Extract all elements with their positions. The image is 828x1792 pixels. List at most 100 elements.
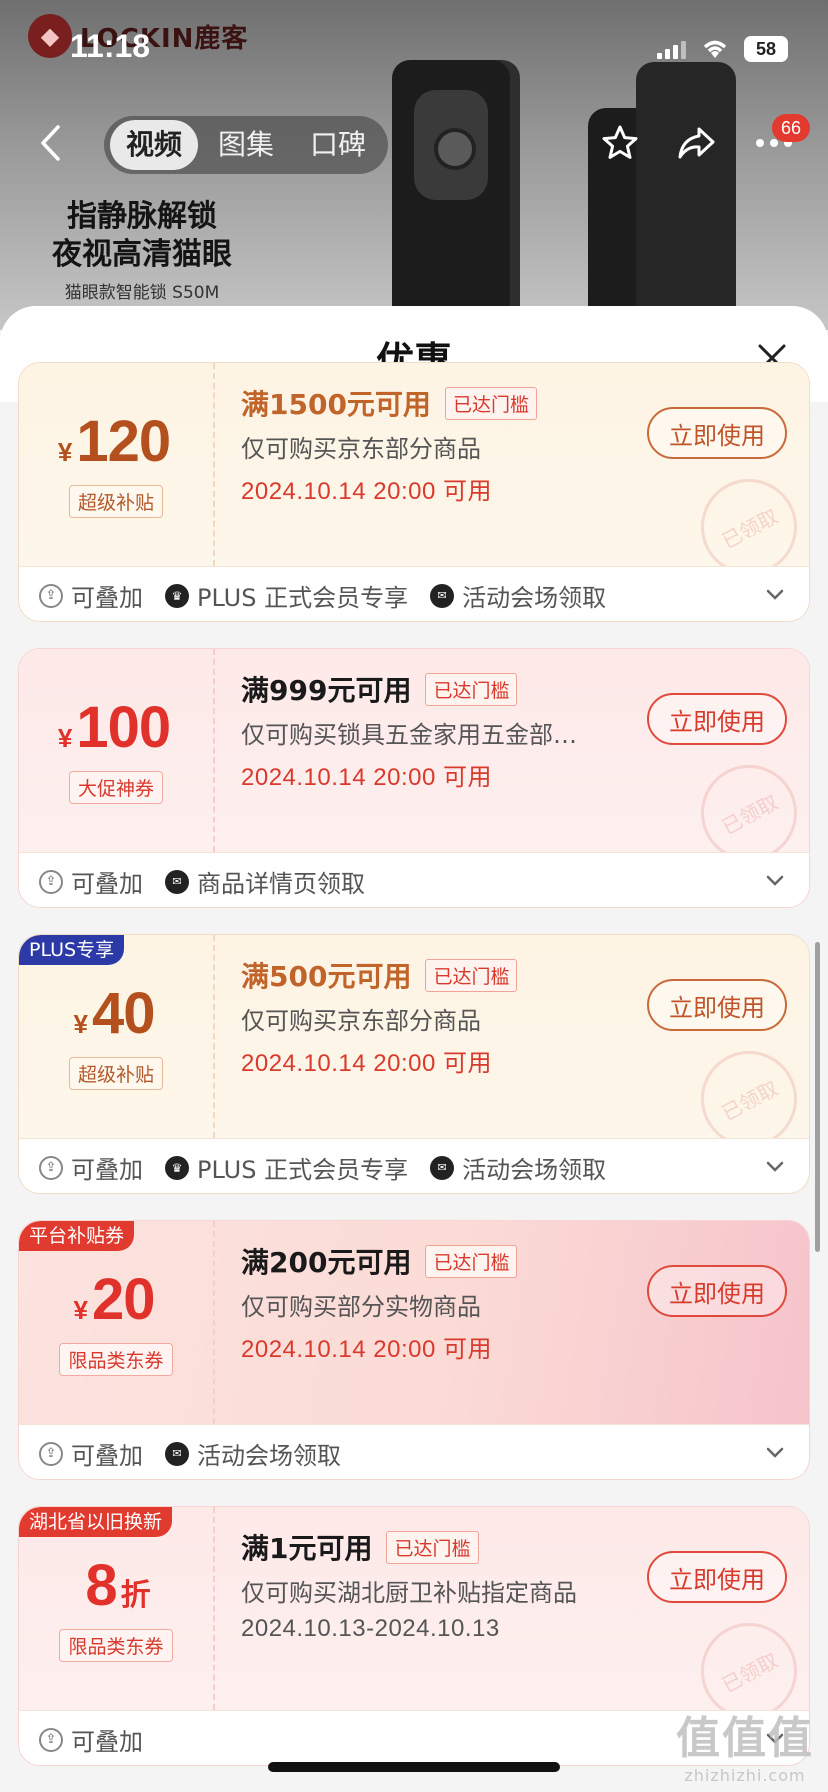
use-now-button[interactable]: 立即使用 xyxy=(647,693,787,745)
coupon-time: 2024.10.13-2024.10.13 xyxy=(241,1615,500,1642)
door-lock-image-side xyxy=(636,62,736,330)
threshold-badge: 已达门槛 xyxy=(425,672,518,706)
chevron-down-icon xyxy=(766,1447,784,1458)
amount-value: 100 xyxy=(76,695,171,760)
stack-icon: ⇪ xyxy=(39,1441,63,1466)
ticket-icon: ✉ xyxy=(165,869,189,894)
promo-line-1: 指静脉解锁 xyxy=(67,199,217,234)
amount-value: 120 xyxy=(76,409,171,474)
use-now-button[interactable]: 立即使用 xyxy=(647,979,787,1031)
coupon-condition: 满500元可用 xyxy=(241,960,412,993)
promo-text: 指静脉解锁 夜视高清猫眼 猫眼款智能锁 S50M xyxy=(52,198,232,303)
expand-button[interactable] xyxy=(761,1439,789,1467)
coupon-feature-label: 商品详情页领取 xyxy=(197,870,365,898)
use-now-button[interactable]: 立即使用 xyxy=(647,1265,787,1317)
coupon-feature: ⇪ 可叠加 xyxy=(39,1722,143,1757)
stack-icon: ⇪ xyxy=(39,869,63,894)
currency-symbol: ¥ xyxy=(73,1295,88,1325)
expand-button[interactable] xyxy=(761,867,789,895)
coupon-list: ¥ 120 超级补贴 满1500元可用 已达门槛 仅可购买京东部分商品 2024… xyxy=(18,362,810,1792)
coupon-amount: ¥ 40 xyxy=(74,983,159,1045)
ticket-icon: ✉ xyxy=(430,1155,455,1180)
watermark: 值值值 zhizhizhi.com xyxy=(676,1702,814,1785)
coupon-scope: 仅可购买湖北厨卫补贴指定商品 xyxy=(241,1579,577,1607)
status-time: 11:18 xyxy=(70,28,151,64)
currency-symbol: ¥ xyxy=(57,437,73,467)
coupon-body: ¥ 120 超级补贴 满1500元可用 已达门槛 仅可购买京东部分商品 2024… xyxy=(19,363,809,592)
coupon-sheet: 优惠 ¥ 120 超级补贴 满1500元可用 已达门槛 仅可购买京东部分商品 2… xyxy=(0,306,828,1792)
coupon-amount: 8 折 xyxy=(81,1555,150,1617)
corner-label: PLUS专享 xyxy=(19,935,125,965)
coupon-body: ¥ 40 超级补贴 满500元可用 已达门槛 仅可购买京东部分商品 2024.1… xyxy=(19,935,809,1164)
coupon-card[interactable]: ¥ 120 超级补贴 满1500元可用 已达门槛 仅可购买京东部分商品 2024… xyxy=(18,362,810,622)
threshold-badge: 已达门槛 xyxy=(386,1530,479,1564)
corner-label: 湖北省以旧换新 xyxy=(19,1507,173,1537)
coupon-scope: 仅可购买京东部分商品 xyxy=(241,1007,481,1035)
coupon-feature-label: PLUS 正式会员专享 xyxy=(197,584,409,612)
coupon-feature-label: PLUS 正式会员专享 xyxy=(197,1156,409,1184)
coupon-footer: ⇪ 可叠加 ✉ 活动会场领取 xyxy=(19,1424,809,1479)
notification-badge: 66 xyxy=(772,114,810,142)
scrollbar[interactable] xyxy=(815,942,820,1252)
currency-symbol: ¥ xyxy=(57,723,73,753)
expand-button[interactable] xyxy=(761,581,789,609)
coupon-amount: ¥ 100 xyxy=(58,697,174,759)
coupon-feature-label: 可叠加 xyxy=(71,870,143,898)
coupon-divider xyxy=(213,1507,215,1710)
media-tabs: 视频 图集 口碑 xyxy=(104,116,389,174)
tab-reviews[interactable]: 口碑 xyxy=(294,120,382,170)
amount-unit: 折 xyxy=(120,1579,151,1612)
use-now-button[interactable]: 立即使用 xyxy=(647,407,787,459)
status-icons: 58 xyxy=(657,36,788,62)
chevron-down-icon xyxy=(766,875,784,886)
coupon-feature-label: 可叠加 xyxy=(71,1728,143,1756)
coupon-condition: 满1500元可用 xyxy=(241,388,431,421)
use-now-button[interactable]: 立即使用 xyxy=(647,1551,787,1603)
coupon-footer: ⇪ 可叠加 ✉ 商品详情页领取 xyxy=(19,852,809,907)
deer-logo-icon: ◆ xyxy=(28,14,72,58)
stack-icon: ⇪ xyxy=(39,583,63,608)
stack-icon: ⇪ xyxy=(39,1155,63,1180)
coupon-value: ¥ 120 超级补贴 xyxy=(19,363,213,566)
home-indicator[interactable] xyxy=(268,1762,560,1772)
star-icon xyxy=(602,125,638,159)
tab-gallery[interactable]: 图集 xyxy=(202,120,290,170)
coupon-value: ¥ 20 限品类东券 xyxy=(19,1221,213,1424)
crown-icon: ♛ xyxy=(165,583,189,608)
coupon-type-tag: 限品类东券 xyxy=(59,1629,173,1662)
coupon-feature-label: 可叠加 xyxy=(71,1156,143,1184)
coupon-footer: ⇪ 可叠加 ♛ PLUS 正式会员专享 ✉ 活动会场领取 xyxy=(19,566,809,621)
coupon-card[interactable]: ¥ 40 超级补贴 满500元可用 已达门槛 仅可购买京东部分商品 2024.1… xyxy=(18,934,810,1194)
coupon-feature: ✉ 活动会场领取 xyxy=(165,1436,341,1471)
amount-value: 8 xyxy=(85,1553,117,1618)
coupon-feature: ⇪ 可叠加 xyxy=(39,1436,143,1471)
coupon-condition: 满200元可用 xyxy=(241,1246,412,1279)
tab-video[interactable]: 视频 xyxy=(110,120,199,170)
back-button[interactable] xyxy=(30,118,70,168)
coupon-feature: ⇪ 可叠加 xyxy=(39,864,143,899)
door-lock-image xyxy=(392,60,510,330)
coupon-card[interactable]: ¥ 100 大促神券 满999元可用 已达门槛 仅可购买锁具五金家用五金部… 2… xyxy=(18,648,810,908)
coupon-feature: ✉ 商品详情页领取 xyxy=(165,864,365,899)
coupon-feature: ⇪ 可叠加 xyxy=(39,1150,143,1185)
coupon-type-tag: 大促神券 xyxy=(68,771,163,804)
threshold-badge: 已达门槛 xyxy=(425,1244,518,1278)
coupon-card[interactable]: ¥ 20 限品类东券 满200元可用 已达门槛 仅可购买部分实物商品 2024.… xyxy=(18,1220,810,1480)
share-button[interactable] xyxy=(672,118,720,168)
coupon-feature-label: 活动会场领取 xyxy=(197,1442,341,1470)
coupon-condition: 满1元可用 xyxy=(241,1532,373,1565)
expand-button[interactable] xyxy=(761,1153,789,1181)
coupon-feature-label: 活动会场领取 xyxy=(462,584,607,612)
coupon-type-tag: 限品类东券 xyxy=(59,1343,173,1376)
coupon-body: ¥ 20 限品类东券 满200元可用 已达门槛 仅可购买部分实物商品 2024.… xyxy=(19,1221,809,1424)
corner-label: 平台补贴券 xyxy=(19,1221,135,1251)
coupon-feature: ✉ 活动会场领取 xyxy=(430,1150,606,1185)
coupon-time: 2024.10.14 20:00 可用 xyxy=(241,478,493,505)
coupon-body: 8 折 限品类东券 满1元可用 已达门槛 仅可购买湖北厨卫补贴指定商品 2024… xyxy=(19,1507,809,1736)
coupon-feature: ⇪ 可叠加 xyxy=(39,578,143,613)
favorite-button[interactable] xyxy=(596,118,644,168)
stack-icon: ⇪ xyxy=(39,1727,63,1752)
coupon-value: 8 折 限品类东券 xyxy=(19,1507,213,1710)
coupon-time: 2024.10.14 20:00 可用 xyxy=(241,1050,493,1077)
currency-symbol: ¥ xyxy=(73,1009,88,1039)
